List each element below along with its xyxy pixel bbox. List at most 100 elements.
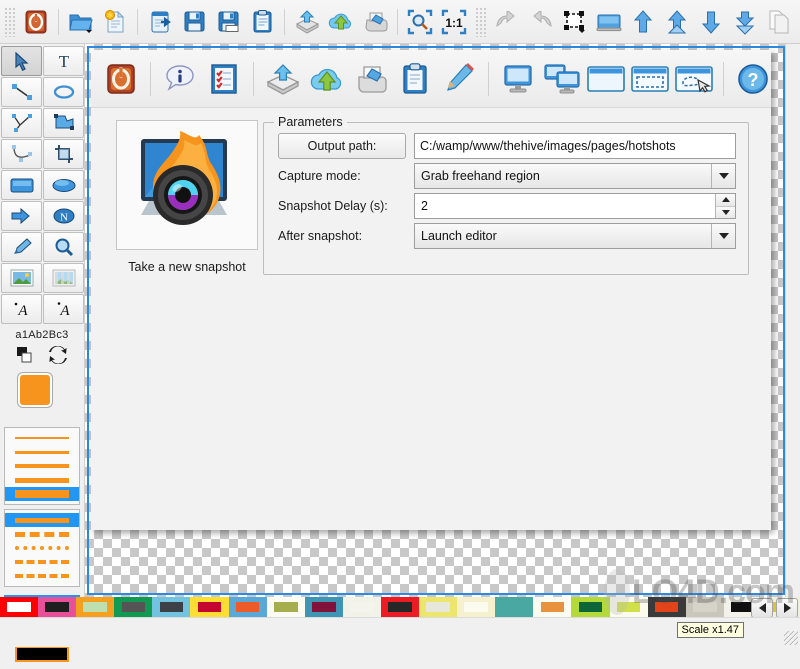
after-snapshot-select[interactable]: Launch editor: [414, 223, 736, 249]
reset-colors-icon[interactable]: [16, 346, 36, 367]
line-style-option[interactable]: [5, 555, 79, 569]
new-document-icon[interactable]: [99, 6, 131, 38]
take-new-snapshot-button[interactable]: [116, 120, 258, 250]
line-style-option[interactable]: [5, 527, 79, 541]
line-width-option-selected[interactable]: [5, 487, 79, 501]
crop-tool-icon[interactable]: [43, 139, 84, 169]
ellipse-outline-icon[interactable]: [43, 77, 84, 107]
duplicate-icon[interactable]: [763, 6, 795, 38]
save-icon[interactable]: [178, 6, 210, 38]
image-insert-icon[interactable]: [1, 263, 42, 293]
chevron-down-icon[interactable]: [711, 164, 735, 188]
palette-swatch[interactable]: [228, 597, 267, 617]
resize-grip[interactable]: [784, 631, 798, 645]
capture-dual-screen-icon[interactable]: [540, 57, 584, 101]
line-width-option[interactable]: [5, 459, 79, 473]
line-style-option-selected[interactable]: [5, 513, 79, 527]
capture-screen-icon[interactable]: [496, 57, 540, 101]
palette-swatch[interactable]: [76, 597, 115, 617]
line-width-option[interactable]: [5, 445, 79, 459]
transform-icon[interactable]: [559, 6, 591, 38]
magnifier-tool-icon[interactable]: [43, 232, 84, 262]
foreground-color-swatch[interactable]: [18, 373, 52, 407]
palette-swatch[interactable]: [38, 597, 77, 617]
polygon-tool-icon[interactable]: [43, 108, 84, 138]
palette-swatch[interactable]: [495, 597, 534, 617]
capture-mode-select[interactable]: Grab freehand region: [414, 163, 736, 189]
toolbar-grip-2[interactable]: [475, 6, 487, 37]
palette-swatch[interactable]: [609, 597, 648, 617]
line-width-option[interactable]: [5, 473, 79, 487]
line-width-option[interactable]: [5, 431, 79, 445]
palette-swatch[interactable]: [419, 597, 458, 617]
palette-next-icon[interactable]: [776, 598, 798, 618]
arrow-up-icon[interactable]: [627, 6, 659, 38]
upload-box-icon[interactable]: [261, 57, 305, 101]
open-folder-icon[interactable]: [65, 6, 97, 38]
snapshot-delay-stepper[interactable]: 2: [414, 193, 736, 219]
zoom-actual-icon[interactable]: 1:1: [438, 6, 470, 38]
redo-icon[interactable]: [525, 6, 557, 38]
canvas-vertical-scrollbar[interactable]: [785, 44, 800, 597]
canvas-area[interactable]: ? Take a new snapshot Parameters Output …: [85, 44, 800, 597]
arrow-up-top-icon[interactable]: [661, 6, 693, 38]
about-info-icon[interactable]: [158, 57, 202, 101]
arrow-down-icon[interactable]: [695, 6, 727, 38]
toolbar-grip[interactable]: [4, 6, 16, 37]
checklist-icon[interactable]: [202, 57, 246, 101]
text-style-italic-icon[interactable]: A: [43, 294, 84, 324]
clipboard-icon[interactable]: [393, 57, 437, 101]
palette-swatch[interactable]: [304, 597, 343, 617]
arrow-down-bottom-icon[interactable]: [729, 6, 761, 38]
line-tool-icon[interactable]: [1, 77, 42, 107]
zoom-fit-icon[interactable]: [404, 6, 436, 38]
output-path-button[interactable]: Output path:: [278, 133, 406, 159]
palette-swatch[interactable]: [571, 597, 610, 617]
power-quit-icon[interactable]: [99, 57, 143, 101]
palette-swatch[interactable]: [190, 597, 229, 617]
screen-icon[interactable]: [593, 6, 625, 38]
palette-swatch[interactable]: [0, 597, 39, 617]
cloud-upload-icon[interactable]: [325, 6, 357, 38]
line-style-option[interactable]: [5, 569, 79, 583]
palette-prev-icon[interactable]: [751, 598, 773, 618]
palette-swatch[interactable]: [647, 597, 686, 617]
palette-swatch[interactable]: [457, 597, 496, 617]
numbering-tool-icon[interactable]: N: [43, 201, 84, 231]
polyline-tool-icon[interactable]: [1, 108, 42, 138]
chevron-down-icon[interactable]: [711, 224, 735, 248]
rectangle-tool-icon[interactable]: [1, 170, 42, 200]
capture-freehand-icon[interactable]: [672, 57, 716, 101]
stepper-down-icon[interactable]: [716, 205, 735, 218]
save-as-icon[interactable]: [212, 6, 244, 38]
undo-icon[interactable]: [491, 6, 523, 38]
help-question-icon[interactable]: ?: [731, 57, 775, 101]
cursor-select-icon[interactable]: [1, 46, 42, 76]
print-icon[interactable]: [359, 6, 391, 38]
capture-window-icon[interactable]: [584, 57, 628, 101]
palette-swatch[interactable]: [152, 597, 191, 617]
palette-swatch[interactable]: [114, 597, 153, 617]
swap-colors-icon[interactable]: [48, 345, 68, 367]
capture-region-icon[interactable]: [628, 57, 672, 101]
pencil-edit-icon[interactable]: [437, 57, 481, 101]
line-style-option[interactable]: [5, 541, 79, 555]
palette-swatch[interactable]: [342, 597, 381, 617]
output-path-input[interactable]: C:/wamp/www/thehive/images/pages/hotshot…: [414, 133, 736, 159]
cloud-upload-icon[interactable]: [305, 57, 349, 101]
arrow-tool-icon[interactable]: [1, 201, 42, 231]
text-style-a-icon[interactable]: A: [1, 294, 42, 324]
palette-swatch[interactable]: [533, 597, 572, 617]
highlighter-tool-icon[interactable]: [1, 232, 42, 262]
export-icon[interactable]: [144, 6, 176, 38]
palette-swatch[interactable]: [685, 597, 724, 617]
filled-ellipse-tool-icon[interactable]: [43, 170, 84, 200]
palette-swatch[interactable]: [380, 597, 420, 617]
curve-tool-icon[interactable]: [1, 139, 42, 169]
clipboard-icon[interactable]: [246, 6, 278, 38]
print-icon[interactable]: [349, 57, 393, 101]
blur-tool-icon[interactable]: [43, 263, 84, 293]
upload-box-icon[interactable]: [291, 6, 323, 38]
stepper-up-icon[interactable]: [716, 194, 735, 206]
palette-swatch[interactable]: [266, 597, 305, 617]
